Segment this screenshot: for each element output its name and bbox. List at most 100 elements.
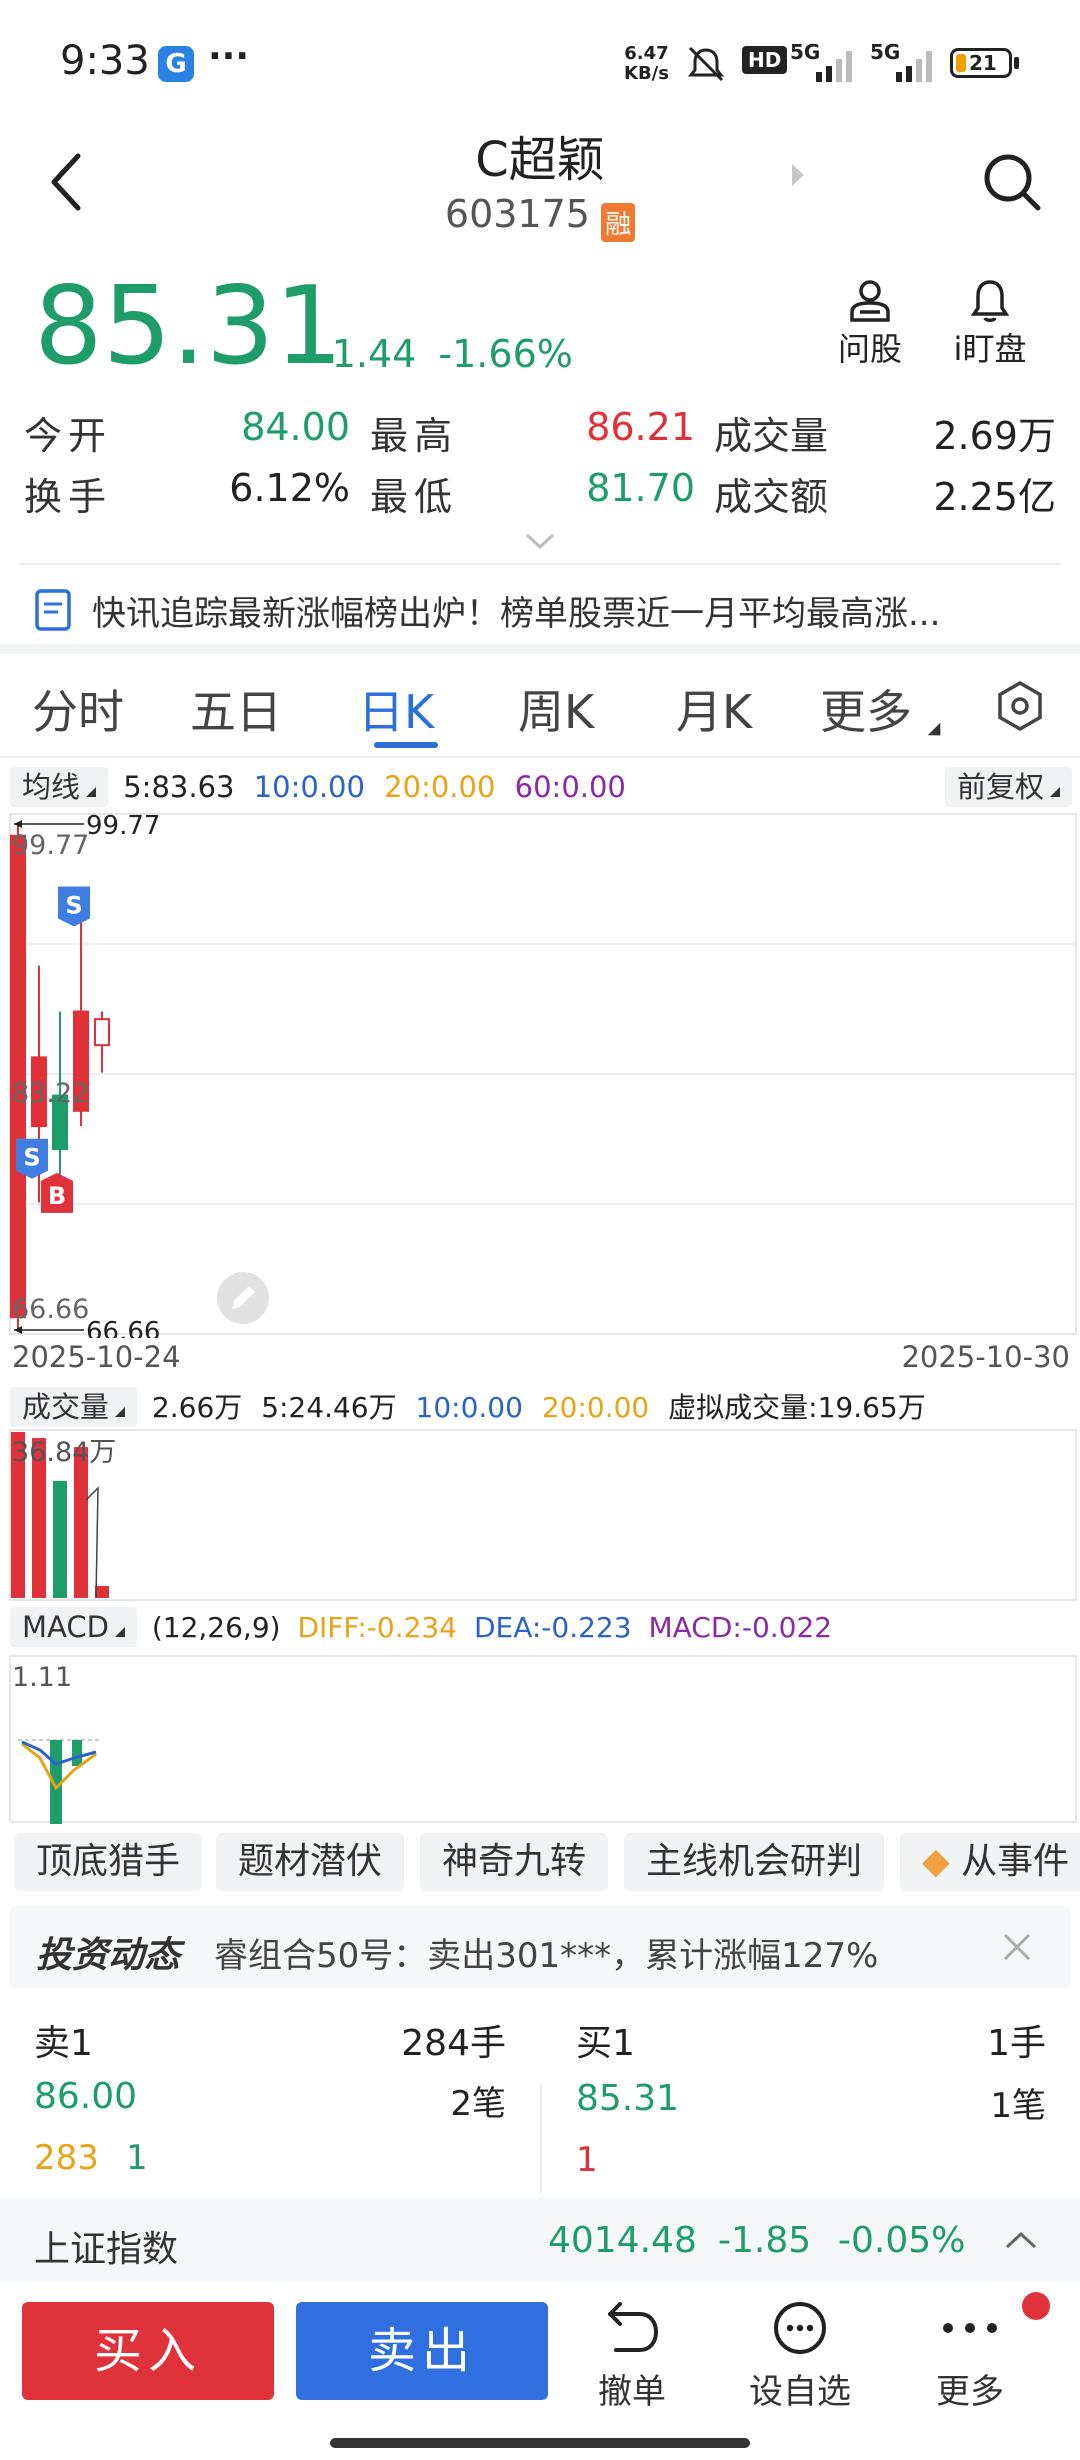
home-indicator — [330, 2438, 750, 2448]
settings-hexagon-icon[interactable] — [994, 680, 1046, 732]
watch-button[interactable]: i盯盘 — [940, 276, 1040, 370]
close-icon[interactable] — [1000, 1930, 1034, 1964]
buy-marker-label: B — [48, 1182, 66, 1210]
index-bar[interactable]: 上证指数 4014.48 -1.85 -0.05% — [0, 2198, 1080, 2282]
macd-params: (12,26,9) — [151, 1611, 281, 1644]
mute-icon — [687, 46, 725, 82]
sell1-qty: 284手 — [401, 2023, 506, 2064]
volume-ma20: 20:0.00 — [541, 1391, 650, 1424]
stock-code: 603175 — [444, 192, 590, 236]
news-doc-icon — [35, 589, 71, 631]
buy1-detail-1: 1 — [576, 2140, 598, 2180]
ask-stock-button[interactable]: 问股 — [820, 276, 920, 370]
next-stock-arrow-icon[interactable] — [790, 162, 806, 188]
status-time: 9:33 — [60, 38, 150, 84]
add-watchlist-label[interactable]: 设自选 — [730, 2364, 870, 2413]
volume-ma5: 5:24.46万 — [261, 1391, 397, 1424]
add-watchlist-icon[interactable] — [772, 2300, 828, 2356]
volume-frame — [9, 1429, 1077, 1601]
macd-top-label: 1.11 — [12, 1662, 72, 1693]
turnover-label: 换手 — [24, 475, 113, 519]
tag-mainline-analysis[interactable]: 主线机会研判 — [624, 1833, 885, 1891]
dynamic-logo: 投资动态 — [36, 1935, 181, 1976]
adjust-dropdown-box: 前复权 — [944, 767, 1072, 807]
status-bar: 9:33 G ··· 6.47 KB/s HD 5G 5G 21 — [0, 0, 1080, 120]
tab-intraday[interactable]: 分时 — [32, 676, 124, 742]
price-change-value: -1.44 — [318, 332, 417, 376]
more-dots-icon[interactable] — [938, 2316, 1002, 2340]
macd-dropdown[interactable]: MACD — [10, 1607, 137, 1647]
stock-title: C超颖 — [475, 132, 605, 188]
buy1-label: 买1 — [576, 2023, 635, 2064]
battery-level: 21 — [969, 51, 997, 75]
news-banner[interactable]: 快讯追踪最新涨幅榜出炉！榜单股票近一月平均最高涨... — [0, 572, 1080, 642]
battery-tip — [1014, 57, 1019, 69]
ma10-value: 10:0.00 — [253, 770, 365, 804]
tag-theme-ambush[interactable]: 题材潜伏 — [216, 1833, 405, 1891]
tab-monthly-k[interactable]: 月K — [676, 676, 752, 742]
net-speed-value: 6.47 — [624, 43, 669, 64]
macd-chart[interactable]: 1.11 — [0, 1654, 1080, 1826]
ma-dropdown[interactable]: 均线 — [10, 767, 109, 807]
volume-chart[interactable]: 36.84万 — [0, 1428, 1080, 1604]
macd-caret-icon — [114, 1627, 125, 1637]
tab-weekly-k[interactable]: 周K — [518, 676, 594, 742]
price-change: -1.44 -1.66% — [318, 332, 573, 376]
tab-more-label: 更多 — [820, 685, 912, 739]
adjust-dropdown[interactable]: 前复权 — [944, 764, 1072, 807]
more-label[interactable]: 更多 — [900, 2364, 1040, 2413]
sell1-label: 卖1 — [34, 2023, 93, 2064]
kline-mid-label: 83.22 — [12, 1078, 89, 1109]
date-start: 2025-10-24 — [12, 1340, 181, 1374]
watch-label: i盯盘 — [953, 330, 1027, 368]
volume-dropdown[interactable]: 成交量 — [10, 1387, 138, 1427]
diamond-icon: ◆ — [922, 1841, 950, 1882]
section-separator — [0, 644, 1080, 654]
app-logo-icon: G — [158, 46, 194, 82]
cancel-order-label[interactable]: 撤单 — [562, 2364, 702, 2413]
index-value: 4014.48 — [548, 2220, 697, 2261]
chevron-up-icon[interactable] — [1004, 2230, 1038, 2250]
signal-icon-2 — [896, 51, 932, 82]
tab-more[interactable]: 更多 — [820, 676, 941, 742]
current-price: 85.31 — [34, 264, 344, 389]
volume-bar — [74, 1447, 88, 1598]
tag-top-bottom-hunter[interactable]: 顶底猎手 — [14, 1833, 203, 1891]
news-text: 快讯追踪最新涨幅榜出炉！榜单股票近一月平均最高涨... — [92, 594, 941, 634]
adjust-dropdown-label: 前复权 — [956, 770, 1044, 804]
search-icon[interactable] — [982, 152, 1044, 214]
amount-label: 成交额 — [714, 475, 829, 519]
buy1-count: 1笔 — [990, 2086, 1046, 2126]
kline-max-label: 99.77 — [12, 830, 89, 861]
order-book-divider — [540, 2084, 542, 2194]
chart-edit-icon[interactable] — [217, 1272, 269, 1324]
tag-from-event[interactable]: ◆ 从事件 — [900, 1833, 1080, 1891]
signal-icon — [816, 51, 852, 82]
volume-value: 2.69万 — [933, 414, 1056, 458]
date-end: 2025-10-30 — [901, 1340, 1070, 1374]
macd-diff: DIFF:-0.234 — [297, 1611, 458, 1644]
back-arrow-icon[interactable] — [46, 152, 86, 212]
investment-dynamic-bar[interactable]: 投资动态 睿组合50号：卖出301***，累计涨幅127% — [10, 1906, 1070, 1988]
kline-min-label: 66.66 — [12, 1294, 89, 1325]
undo-icon[interactable] — [604, 2300, 660, 2354]
person-icon — [850, 280, 890, 322]
index-change: -1.85 — [718, 2220, 812, 2261]
buy-button[interactable]: 买入 — [22, 2302, 274, 2400]
volume-bar — [95, 1586, 109, 1598]
macd-value: MACD:-0.022 — [648, 1611, 833, 1644]
expand-chevron-icon[interactable] — [524, 532, 556, 550]
volume-dropdown-label: 成交量 — [22, 1390, 110, 1424]
tabs-divider — [0, 756, 1080, 758]
candle-body — [94, 1018, 110, 1047]
battery-fill — [956, 54, 966, 72]
kline-chart[interactable]: SBS 99.77 99.77 83.22 66.66 66.66 — [0, 812, 1080, 1338]
price-change-pct: -1.66% — [438, 332, 573, 376]
tab-more-caret-icon — [927, 722, 941, 736]
tag-magic-nine[interactable]: 神奇九转 — [420, 1833, 609, 1891]
tab-active-indicator — [374, 742, 438, 748]
tab-daily-k[interactable]: 日K — [358, 676, 434, 742]
sell-button[interactable]: 卖出 — [296, 2302, 548, 2400]
buy1-price: 85.31 — [576, 2078, 680, 2119]
tab-five-day[interactable]: 五日 — [190, 676, 282, 742]
